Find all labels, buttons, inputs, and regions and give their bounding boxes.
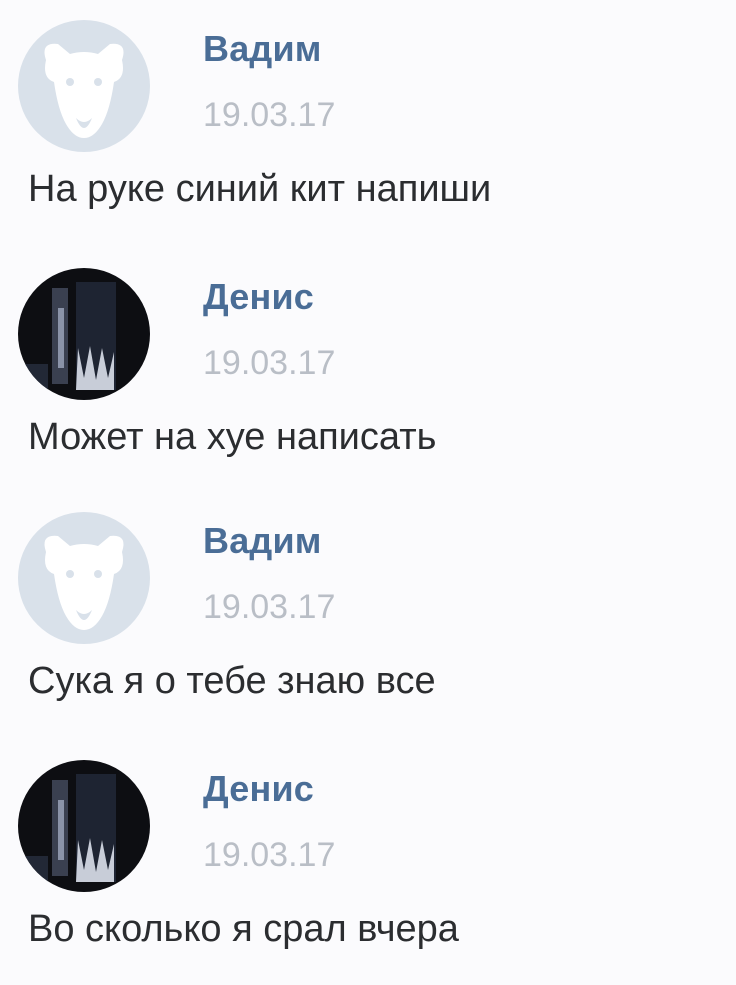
avatar[interactable] xyxy=(18,268,150,400)
message-feed: Вадим 19.03.17 На руке синий кит напиши … xyxy=(0,0,736,967)
message-item: Вадим 19.03.17 На руке синий кит напиши xyxy=(0,0,736,245)
avatar[interactable] xyxy=(18,760,150,892)
message-text: Может на хуе написать xyxy=(28,416,437,458)
message-item: Вадим 19.03.17 Сука я о тебе знаю все xyxy=(0,492,736,737)
default-dog-avatar-icon xyxy=(18,20,150,152)
author-name-link[interactable]: Вадим xyxy=(203,28,322,70)
author-name-link[interactable]: Денис xyxy=(203,276,314,318)
message-text: Во сколько я срал вчера xyxy=(28,908,459,950)
message-date[interactable]: 19.03.17 xyxy=(203,588,335,627)
message-date[interactable]: 19.03.17 xyxy=(203,96,335,135)
message-date[interactable]: 19.03.17 xyxy=(203,836,335,875)
message-item: Денис 19.03.17 Во сколько я срал вчера xyxy=(0,740,736,985)
author-name-link[interactable]: Вадим xyxy=(203,520,322,562)
dark-photo-avatar-icon xyxy=(18,268,150,400)
message-item: Денис 19.03.17 Может на хуе написать xyxy=(0,248,736,493)
message-text: Сука я о тебе знаю все xyxy=(28,660,436,702)
author-name-link[interactable]: Денис xyxy=(203,768,314,810)
message-text: На руке синий кит напиши xyxy=(28,168,492,210)
avatar[interactable] xyxy=(18,512,150,644)
default-dog-avatar-icon xyxy=(18,512,150,644)
dark-photo-avatar-icon xyxy=(18,760,150,892)
avatar[interactable] xyxy=(18,20,150,152)
message-date[interactable]: 19.03.17 xyxy=(203,344,335,383)
